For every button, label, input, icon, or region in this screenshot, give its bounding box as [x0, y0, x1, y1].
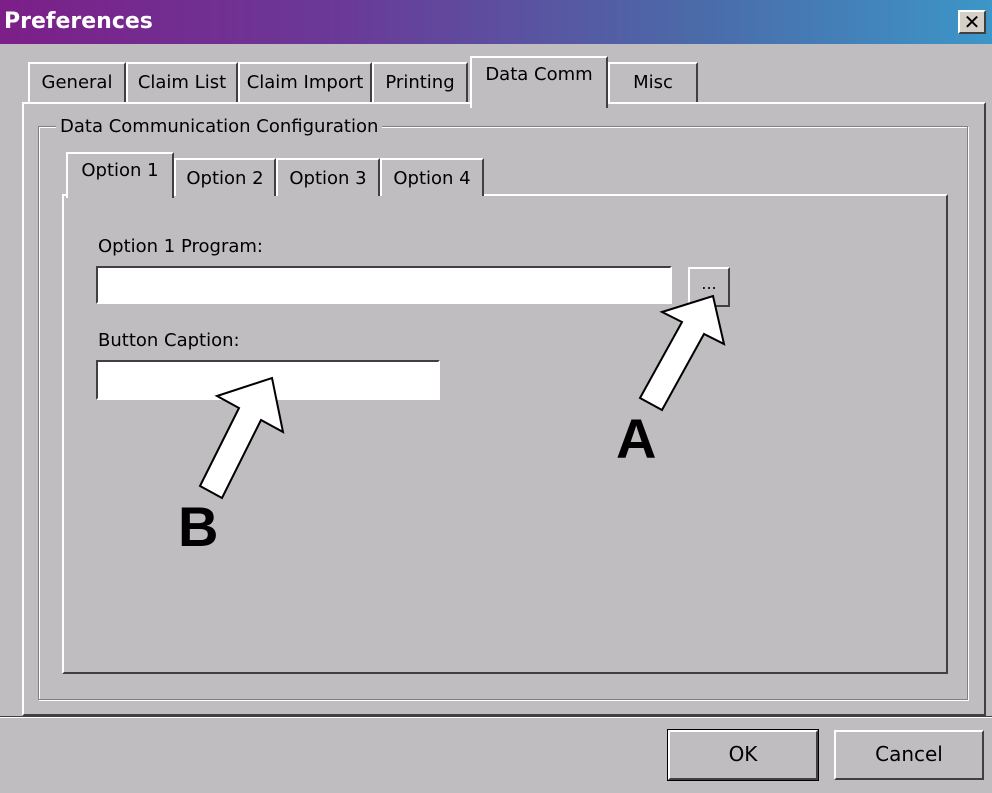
callout-arrows [198, 294, 726, 500]
arrow-b [198, 376, 285, 500]
callout-letter-b: B [178, 495, 219, 558]
callout-letter-a: A [616, 407, 657, 470]
arrow-a [638, 294, 726, 412]
